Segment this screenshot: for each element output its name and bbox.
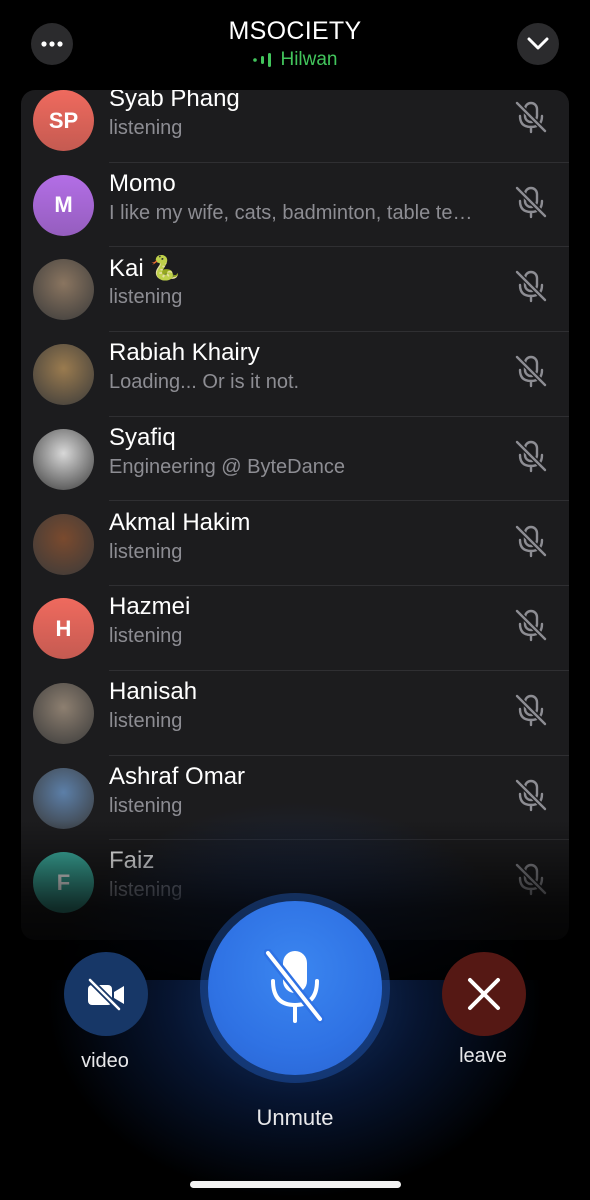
mic-off-icon — [514, 778, 548, 812]
video-off-icon — [87, 977, 124, 1011]
mic-off-icon — [514, 524, 548, 558]
leave-button[interactable] — [442, 952, 526, 1036]
participant-name: Hanisah — [109, 677, 198, 705]
unmute-label: Unmute — [256, 1105, 334, 1130]
participant-name: Kai 🐍 — [109, 255, 181, 283]
avatar[interactable]: H — [33, 598, 94, 660]
participant-name: Syab Phang — [109, 90, 240, 112]
participant-status: listening — [109, 709, 183, 732]
mic-off-icon — [514, 608, 548, 642]
avatar[interactable] — [33, 344, 94, 406]
participant-row[interactable]: Ashraf Omar listening — [21, 756, 569, 841]
avatar[interactable]: M — [33, 174, 94, 236]
participant-name: Momo — [109, 169, 176, 197]
participant-row[interactable]: SP Syab Phang listening — [21, 90, 569, 163]
mic-off-icon — [514, 185, 548, 219]
video-label: video — [81, 1050, 129, 1072]
participant-name: Ashraf Omar — [109, 762, 246, 790]
avatar[interactable] — [33, 513, 94, 575]
close-icon — [468, 978, 500, 1010]
participant-status: listening — [109, 625, 183, 648]
avatar[interactable] — [33, 767, 94, 829]
speaking-icon — [253, 53, 272, 67]
chat-title: MSOCIETY — [228, 17, 362, 45]
avatar[interactable] — [33, 682, 94, 744]
avatar[interactable] — [33, 259, 94, 321]
participant-row[interactable]: H Hazmei listening — [21, 586, 569, 671]
mic-off-icon — [514, 354, 548, 388]
mic-off-icon — [514, 862, 548, 896]
mic-off-icon — [514, 269, 548, 303]
participant-status: listening — [109, 286, 183, 309]
collapse-button[interactable] — [517, 23, 559, 65]
participant-status: listening — [109, 117, 183, 139]
call-header: MSOCIETY Hilwan — [0, 0, 590, 90]
participants-list[interactable]: SP Syab Phang listening M Momo I like my wife… — [21, 90, 569, 940]
participant-status: listening — [109, 540, 183, 563]
participant-status: Engineering @ ByteDance — [109, 455, 345, 478]
avatar[interactable]: SP — [33, 90, 94, 151]
participant-name: Akmal Hakim — [109, 508, 251, 536]
participant-row[interactable]: Rabiah Khairy Loading... Or is it not. — [21, 332, 569, 417]
participant-name: Syafiq — [109, 423, 176, 451]
participant-name: Hazmei — [109, 593, 191, 621]
participant-name: Rabiah Khairy — [109, 339, 260, 367]
participant-row[interactable]: M Momo I like my wife, cats, badminton, ta… — [21, 163, 569, 248]
participant-row[interactable]: Syafiq Engineering @ ByteDance — [21, 417, 569, 502]
mic-off-icon — [264, 949, 325, 1024]
current-speaker: Hilwan — [0, 49, 590, 71]
video-button[interactable] — [64, 952, 148, 1036]
avatar[interactable]: F — [33, 852, 94, 914]
current-speaker-name: Hilwan — [280, 49, 338, 70]
avatar[interactable] — [33, 428, 94, 490]
participant-row[interactable]: Hanisah listening — [21, 671, 569, 756]
leave-label: leave — [459, 1045, 507, 1067]
participant-name: Faiz — [109, 847, 155, 875]
participant-status: listening — [109, 794, 183, 817]
unmute-button[interactable] — [208, 901, 382, 1075]
mic-off-icon — [514, 693, 548, 727]
participant-row[interactable]: Akmal Hakim listening — [21, 502, 569, 587]
home-indicator[interactable] — [190, 1181, 401, 1188]
mic-off-icon — [514, 439, 548, 473]
participant-status: Loading... Or is it not. — [109, 371, 300, 394]
mic-off-icon — [514, 100, 548, 134]
chevron-down-icon — [527, 37, 549, 50]
participant-status: I like my wife, cats, badminton, table t… — [109, 201, 473, 224]
participant-row[interactable]: Kai 🐍 listening — [21, 247, 569, 333]
